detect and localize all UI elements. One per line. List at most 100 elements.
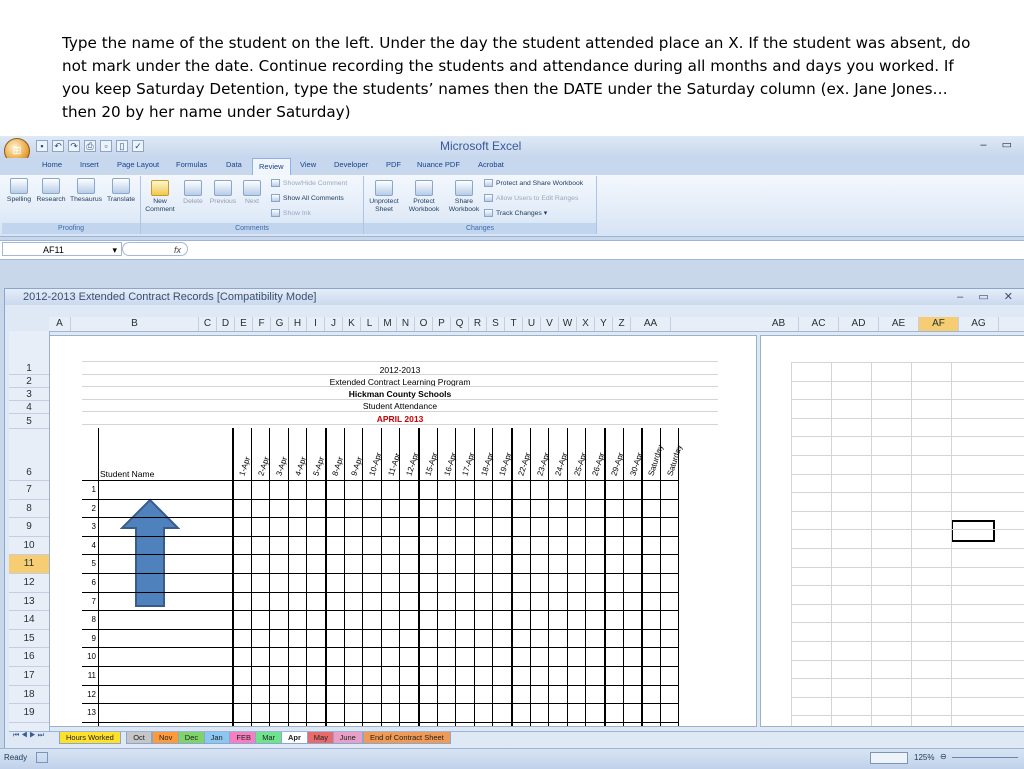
research-button[interactable]: Research bbox=[35, 178, 67, 204]
tab-data[interactable]: Data bbox=[226, 160, 242, 169]
column-header-o[interactable]: O bbox=[415, 317, 433, 331]
column-header-ad[interactable]: AD bbox=[839, 317, 879, 331]
sheet-tab-end-of-contract-sheet[interactable]: End of Contract Sheet bbox=[363, 732, 451, 744]
translate-button[interactable]: Translate bbox=[104, 178, 138, 204]
tab-review[interactable]: Review bbox=[252, 158, 291, 176]
window-controls[interactable]: – ▭ bbox=[980, 138, 1018, 151]
new-icon[interactable]: ▯ bbox=[116, 140, 128, 152]
column-header-ag[interactable]: AG bbox=[959, 317, 999, 331]
column-header-ab[interactable]: AB bbox=[759, 317, 799, 331]
name-box[interactable]: AF11 ▾ bbox=[2, 242, 122, 256]
redo-icon[interactable]: ↷ bbox=[68, 140, 80, 152]
sheet-tab-june[interactable]: June bbox=[332, 732, 363, 744]
row-header-4[interactable]: 4 bbox=[9, 401, 49, 414]
column-header-q[interactable]: Q bbox=[451, 317, 469, 331]
spell-icon[interactable]: ✓ bbox=[132, 140, 144, 152]
row-header-17[interactable]: 17 bbox=[9, 667, 49, 686]
row-header-12[interactable]: 12 bbox=[9, 574, 49, 593]
thesaurus-button[interactable]: Thesaurus bbox=[68, 178, 104, 204]
view-buttons[interactable] bbox=[870, 752, 908, 764]
column-header-v[interactable]: V bbox=[541, 317, 559, 331]
tab-developer[interactable]: Developer bbox=[334, 160, 368, 169]
row-header-18[interactable]: 18 bbox=[9, 686, 49, 705]
column-header-z[interactable]: Z bbox=[613, 317, 631, 331]
sheet-nav-arrows[interactable]: ⏮ ◀ ▶ ⏭ bbox=[13, 732, 44, 740]
track-changes-button[interactable]: Track Changes ▾ bbox=[484, 209, 547, 218]
print-icon[interactable]: ⎙ bbox=[84, 140, 96, 152]
row-header-13[interactable]: 13 bbox=[9, 593, 49, 612]
row-header-5[interactable]: 5 bbox=[9, 414, 49, 429]
row-header-10[interactable]: 10 bbox=[9, 537, 49, 556]
row-header-7[interactable]: 7 bbox=[9, 481, 49, 500]
protect-share-button[interactable]: Protect and Share Workbook bbox=[484, 179, 583, 187]
column-header-p[interactable]: P bbox=[433, 317, 451, 331]
column-header-s[interactable]: S bbox=[487, 317, 505, 331]
zoom-slider[interactable] bbox=[952, 757, 1018, 758]
sheet-tab-nov[interactable]: Nov bbox=[152, 732, 180, 744]
next-comment-button[interactable]: Next bbox=[240, 180, 264, 206]
protect-workbook-button[interactable]: Protect Workbook bbox=[404, 180, 444, 214]
chevron-down-icon[interactable]: ▾ bbox=[112, 243, 121, 257]
tab-insert[interactable]: Insert bbox=[80, 160, 99, 169]
column-header-r[interactable]: R bbox=[469, 317, 487, 331]
column-header-t[interactable]: T bbox=[505, 317, 523, 331]
undo-icon[interactable]: ↶ bbox=[52, 140, 64, 152]
tab-view[interactable]: View bbox=[300, 160, 316, 169]
column-header-m[interactable]: M bbox=[379, 317, 397, 331]
tab-page-layout[interactable]: Page Layout bbox=[117, 160, 159, 169]
row-header-3[interactable]: 3 bbox=[9, 388, 49, 401]
insert-function-button[interactable]: fx bbox=[122, 242, 188, 256]
preview-icon[interactable]: ▫ bbox=[100, 140, 112, 152]
selected-cell-af11[interactable] bbox=[951, 520, 995, 542]
row-header-16[interactable]: 16 bbox=[9, 648, 49, 667]
show-ink-button[interactable]: Show Ink bbox=[271, 209, 311, 217]
column-header-i[interactable]: I bbox=[307, 317, 325, 331]
column-header-j[interactable]: J bbox=[325, 317, 343, 331]
tab-formulas[interactable]: Formulas bbox=[176, 160, 207, 169]
sheet-tab-may[interactable]: May bbox=[306, 732, 335, 744]
show-all-comments-button[interactable]: Show All Comments bbox=[271, 194, 344, 202]
column-header-af[interactable]: AF bbox=[919, 317, 959, 331]
row-header-8[interactable]: 8 bbox=[9, 500, 49, 519]
column-header-c[interactable]: C bbox=[199, 317, 217, 331]
new-comment-button[interactable]: New Comment bbox=[143, 180, 177, 214]
macro-record-icon[interactable] bbox=[36, 752, 48, 763]
row-header-15[interactable]: 15 bbox=[9, 630, 49, 649]
save-icon[interactable]: ▪ bbox=[36, 140, 48, 152]
sheet-tab-dec[interactable]: Dec bbox=[177, 732, 206, 744]
column-header-e[interactable]: E bbox=[235, 317, 253, 331]
delete-comment-button[interactable]: Delete bbox=[179, 180, 207, 206]
column-header-x[interactable]: X bbox=[577, 317, 595, 331]
column-header-ac[interactable]: AC bbox=[799, 317, 839, 331]
column-header-aa[interactable]: AA bbox=[631, 317, 671, 331]
column-header-h[interactable]: H bbox=[289, 317, 307, 331]
tab-acrobat[interactable]: Acrobat bbox=[478, 160, 504, 169]
column-header-w[interactable]: W bbox=[559, 317, 577, 331]
column-header-u[interactable]: U bbox=[523, 317, 541, 331]
row-header-9[interactable]: 9 bbox=[9, 518, 49, 537]
share-workbook-button[interactable]: Share Workbook bbox=[446, 180, 482, 214]
column-header-ae[interactable]: AE bbox=[879, 317, 919, 331]
column-header-y[interactable]: Y bbox=[595, 317, 613, 331]
sheet-tab-apr[interactable]: Apr bbox=[281, 732, 308, 744]
column-header-b[interactable]: B bbox=[71, 317, 199, 331]
column-header-l[interactable]: L bbox=[361, 317, 379, 331]
sheet-tab-mar[interactable]: Mar bbox=[255, 732, 283, 744]
previous-comment-button[interactable]: Previous bbox=[207, 180, 239, 206]
column-header-d[interactable]: D bbox=[217, 317, 235, 331]
allow-users-button[interactable]: Allow Users to Edit Ranges bbox=[484, 194, 578, 202]
unprotect-sheet-button[interactable]: Unprotect Sheet bbox=[366, 180, 402, 214]
column-header-a[interactable]: A bbox=[49, 317, 71, 331]
sheet-tab-hours-worked[interactable]: Hours Worked bbox=[59, 732, 121, 744]
row-header-11[interactable]: 11 bbox=[9, 555, 49, 574]
row-header-2[interactable]: 2 bbox=[9, 375, 49, 388]
column-header-g[interactable]: G bbox=[271, 317, 289, 331]
zoom-level[interactable]: 125% bbox=[914, 753, 934, 762]
sheet-tab-jan[interactable]: Jan bbox=[203, 732, 230, 744]
row-header-19[interactable]: 19 bbox=[9, 704, 49, 723]
row-header-6[interactable]: 6 bbox=[9, 429, 49, 481]
tab-nuance-pdf[interactable]: Nuance PDF bbox=[417, 160, 460, 169]
column-header-k[interactable]: K bbox=[343, 317, 361, 331]
zoom-out-icon[interactable]: ⊖ bbox=[940, 752, 947, 761]
sheet-tab-oct[interactable]: Oct bbox=[126, 732, 152, 744]
